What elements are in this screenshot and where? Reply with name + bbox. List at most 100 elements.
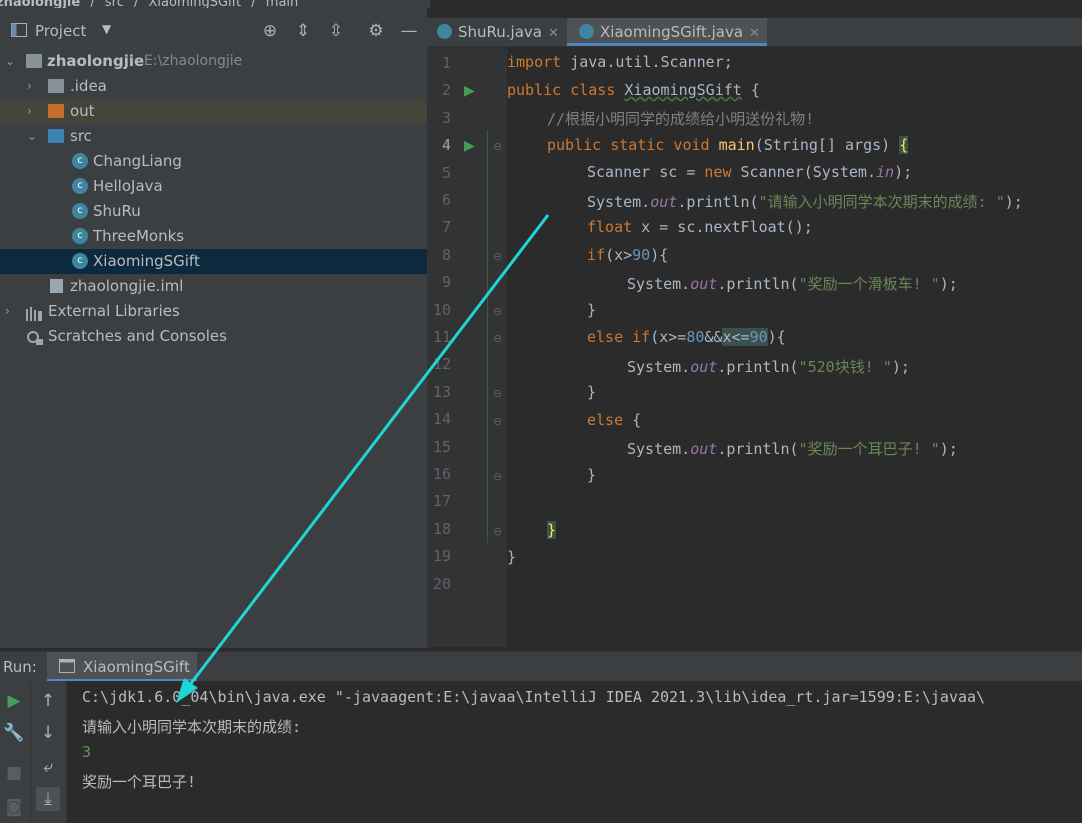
console-icon — [59, 659, 75, 673]
line-number: 15 — [432, 437, 451, 456]
fold-icon[interactable]: ⊖ — [493, 387, 502, 400]
chevron-down-icon[interactable]: ⌄ — [27, 124, 39, 149]
chevron-down-icon[interactable]: ⌄ — [5, 49, 17, 74]
code-line-6: System.out.println("请输入小明同学本次期末的成绩: "); — [587, 193, 1023, 211]
tree-item-label: ThreeMonks — [93, 227, 185, 245]
fold-icon[interactable]: ⊖ — [493, 415, 502, 428]
fold-icon[interactable]: ⊖ — [493, 525, 502, 538]
console-line-input: 3 — [82, 743, 92, 761]
fold-icon[interactable]: ⊖ — [493, 140, 502, 153]
run-label: Run: — [3, 658, 37, 676]
rerun-icon[interactable]: ▶ — [2, 689, 26, 713]
tree-item-label: Scratches and Consoles — [48, 327, 227, 345]
tree-item-label: src — [70, 127, 92, 145]
stop-icon[interactable]: ■ — [2, 761, 26, 785]
run-gutter-icon[interactable]: ▶ — [464, 138, 475, 154]
arrow-up-icon[interactable]: ↑ — [36, 689, 60, 713]
minimize-icon[interactable]: — — [399, 21, 419, 41]
code-line-19: } — [507, 548, 517, 566]
console-line-result: 奖励一个耳巴子! — [82, 773, 197, 791]
chevron-right-icon[interactable]: › — [5, 299, 17, 324]
scroll-to-end-icon[interactable]: ⤓ — [36, 787, 60, 811]
project-panel-title[interactable]: Project — [35, 22, 86, 40]
fold-icon[interactable]: ⊖ — [493, 332, 502, 345]
chevron-right-icon[interactable]: › — [27, 99, 39, 124]
tree-item-src[interactable]: ⌄ src — [0, 124, 427, 149]
soft-wrap-icon[interactable]: ⤶ — [36, 755, 60, 779]
scope-indicator — [487, 130, 488, 543]
code-line-10: } — [587, 301, 597, 319]
tree-item-label: out — [70, 102, 95, 120]
tree-item-class[interactable]: c ChangLiang — [0, 149, 427, 174]
chevron-down-icon[interactable]: ▼ — [102, 22, 111, 36]
line-number: 4 — [441, 136, 451, 155]
close-icon[interactable]: ✕ — [749, 26, 760, 41]
code-line-5: Scanner sc = new Scanner(System.in); — [587, 163, 913, 181]
code-editor[interactable]: import java.util.Scanner; public class X… — [507, 47, 1082, 647]
source-folder-icon — [48, 129, 64, 143]
run-toolbar-right: ↑ ↓ ⤶ ⤓ — [31, 681, 67, 823]
tree-item-scratches[interactable]: Scratches and Consoles — [0, 324, 427, 349]
tree-item-idea[interactable]: › .idea — [0, 74, 427, 99]
tree-item-module[interactable]: ⌄ zhaolongjie E:\zhaolongjie — [0, 49, 427, 74]
tree-item-class[interactable]: c ThreeMonks — [0, 224, 427, 249]
line-number: 16 — [432, 465, 451, 483]
tree-item-label: zhaolongjie — [47, 52, 145, 70]
tab-shuru[interactable]: ShuRu.java ✕ — [437, 18, 567, 46]
run-tab[interactable]: XiaomingSGift — [47, 652, 197, 682]
fold-icon[interactable]: ⊖ — [493, 470, 502, 483]
line-number: 18 — [432, 519, 451, 538]
arrow-down-icon[interactable]: ↓ — [36, 721, 60, 745]
gear-icon[interactable]: ⚙ — [366, 21, 386, 41]
line-number: 7 — [441, 218, 451, 237]
tab-label: XiaomingSGift.java — [600, 23, 744, 41]
camera-icon[interactable]: ◙ — [2, 795, 26, 819]
line-number: 1 — [441, 54, 451, 72]
line-number: 3 — [441, 108, 451, 127]
tab-xiaomingsgift[interactable]: XiaomingSGift.java ✕ — [567, 18, 767, 46]
code-line-4: public static void main(String[] args) { — [547, 136, 909, 154]
tree-item-class[interactable]: c ShuRu — [0, 199, 427, 224]
java-class-icon: c — [72, 153, 88, 169]
line-number: 19 — [432, 547, 451, 566]
console-output[interactable]: C:\jdk1.6.0_04\bin\java.exe "-javaagent:… — [67, 681, 1082, 823]
tree-item-out[interactable]: › out — [0, 99, 427, 124]
expand-all-icon[interactable]: ⇕ — [293, 21, 313, 41]
breadcrumb-item[interactable]: zhaolongjie — [0, 0, 80, 8]
line-number: 2 — [441, 81, 451, 100]
tree-item-label: External Libraries — [48, 302, 180, 320]
tree-item-label: ChangLiang — [93, 152, 182, 170]
code-line-3: //根据小明同学的成绩给小明送份礼物! — [547, 110, 815, 128]
code-line-1: import java.util.Scanner; — [507, 53, 733, 71]
code-line-16: } — [587, 466, 597, 484]
tree-item-class-selected[interactable]: c XiaomingSGift — [0, 249, 427, 274]
tree-item-external-libraries[interactable]: › External Libraries — [0, 299, 427, 324]
line-number: 10 — [432, 300, 451, 319]
collapse-all-icon[interactable]: ⇳ — [326, 21, 346, 41]
excluded-folder-icon — [48, 104, 64, 118]
module-folder-icon — [26, 54, 42, 68]
code-line-7: float x = sc.nextFloat(); — [587, 218, 813, 236]
fold-icon[interactable]: ⊖ — [493, 250, 502, 263]
run-toolbar-left: ▶ 🔧 ■ ◙ — [0, 681, 31, 823]
java-class-icon: c — [72, 178, 88, 194]
line-number: 13 — [432, 382, 451, 401]
line-number: 9 — [441, 273, 451, 292]
java-class-icon: c — [72, 228, 88, 244]
crosshair-icon[interactable]: ⊕ — [260, 21, 280, 41]
breadcrumb-item[interactable]: main — [266, 0, 298, 8]
breadcrumb-item[interactable]: src — [105, 0, 124, 8]
wrench-icon[interactable]: 🔧 — [2, 721, 26, 745]
run-gutter-icon[interactable]: ▶ — [464, 83, 475, 99]
line-number: 17 — [432, 492, 451, 511]
code-line-14: else { — [587, 411, 642, 429]
code-line-9: System.out.println("奖励一个滑板车! "); — [627, 275, 958, 293]
line-number: 14 — [432, 410, 451, 429]
tree-item-iml[interactable]: zhaolongjie.iml — [0, 274, 427, 299]
breadcrumb: zhaolongjie / src / XiaomingSGift / main — [0, 0, 430, 8]
tree-item-class[interactable]: c HelloJava — [0, 174, 427, 199]
close-icon[interactable]: ✕ — [548, 26, 559, 41]
breadcrumb-item[interactable]: XiaomingSGift — [149, 0, 242, 8]
chevron-right-icon[interactable]: › — [27, 74, 39, 99]
fold-icon[interactable]: ⊖ — [493, 305, 502, 318]
